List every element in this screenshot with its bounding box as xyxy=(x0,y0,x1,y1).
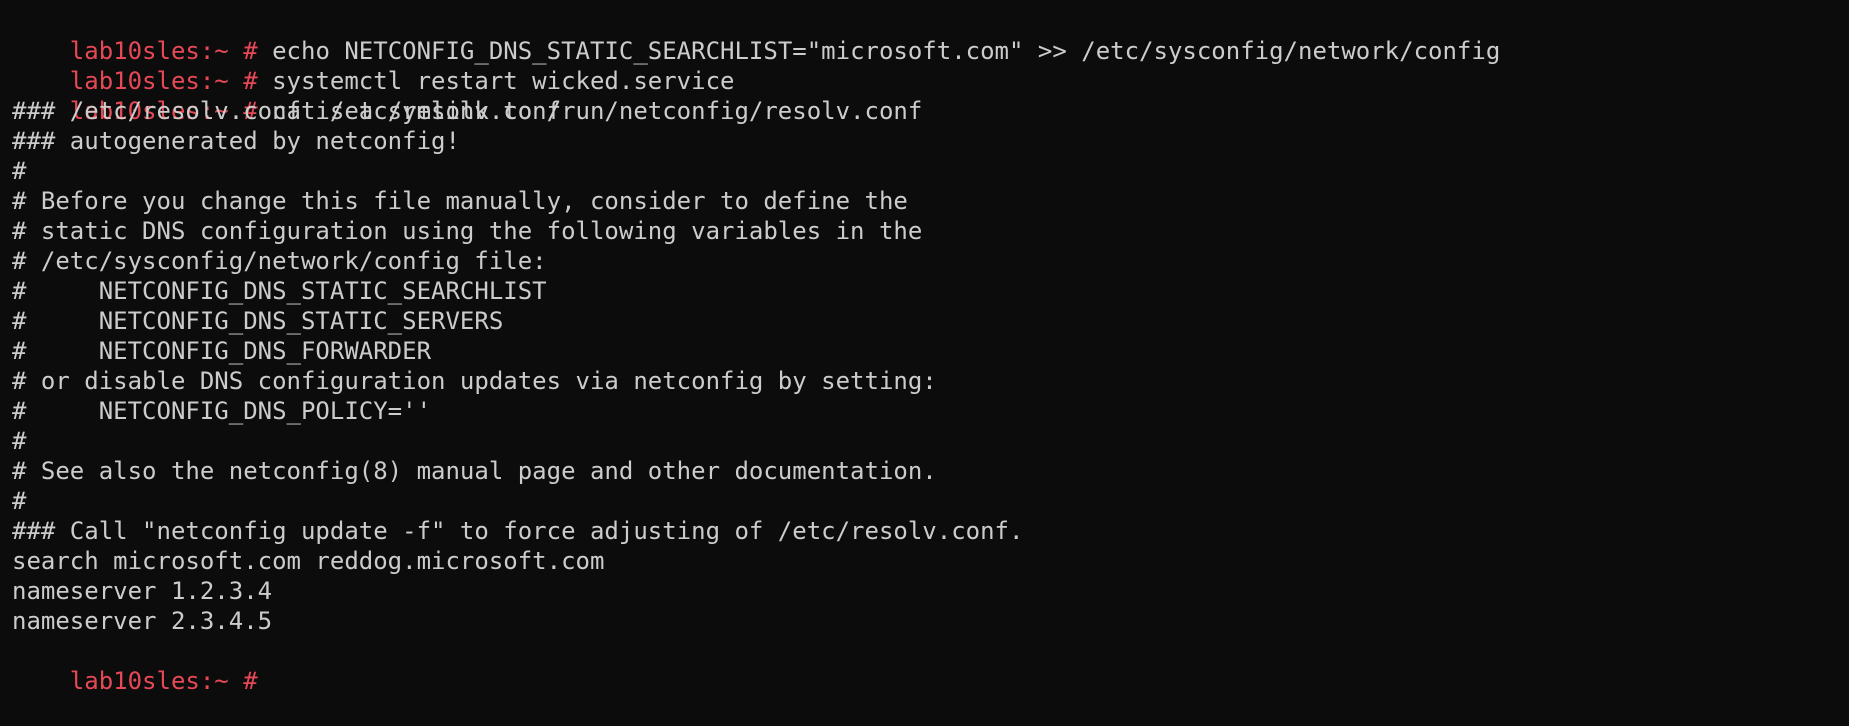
output-line: # NETCONFIG_DNS_STATIC_SERVERS xyxy=(12,307,504,335)
output-line: # /etc/sysconfig/network/config file: xyxy=(12,247,547,275)
output-line: # or disable DNS configuration updates v… xyxy=(12,367,937,395)
output-line: ### Call "netconfig update -f" to force … xyxy=(12,517,1024,545)
output-line: # xyxy=(12,487,27,515)
output-line: # NETCONFIG_DNS_STATIC_SEARCHLIST xyxy=(12,277,547,305)
shell-prompt: lab10sles:~ # xyxy=(69,67,273,95)
output-line: nameserver 1.2.3.4 xyxy=(12,577,273,605)
output-line: ### /etc/resolv.conf is a symlink to /ru… xyxy=(12,97,923,125)
terminal-window[interactable]: lab10sles:~ # echo NETCONFIG_DNS_STATIC_… xyxy=(0,0,1849,695)
text-cursor xyxy=(272,668,286,694)
command-line: lab10sles:~ # echo NETCONFIG_DNS_STATIC_… xyxy=(12,6,1849,65)
output-line: # static DNS configuration using the fol… xyxy=(12,217,923,245)
output-line: # xyxy=(12,157,27,185)
output-line: nameserver 2.3.4.5 xyxy=(12,607,273,635)
shell-prompt: lab10sles:~ # xyxy=(69,667,273,695)
command-text: systemctl restart wicked.service xyxy=(272,67,735,95)
output-line: # NETCONFIG_DNS_FORWARDER xyxy=(12,337,432,365)
output-line: # xyxy=(12,427,27,455)
output-line: search microsoft.com reddog.microsoft.co… xyxy=(12,547,605,575)
output-line: # Before you change this file manually, … xyxy=(12,187,908,215)
shell-prompt: lab10sles:~ # xyxy=(69,37,273,65)
command-text: echo NETCONFIG_DNS_STATIC_SEARCHLIST="mi… xyxy=(272,37,1501,65)
output-line: # NETCONFIG_DNS_POLICY='' xyxy=(12,397,432,425)
active-prompt-line[interactable]: lab10sles:~ # xyxy=(12,636,1849,695)
output-line: ### autogenerated by netconfig! xyxy=(12,127,460,155)
output-line: # See also the netconfig(8) manual page … xyxy=(12,457,937,485)
